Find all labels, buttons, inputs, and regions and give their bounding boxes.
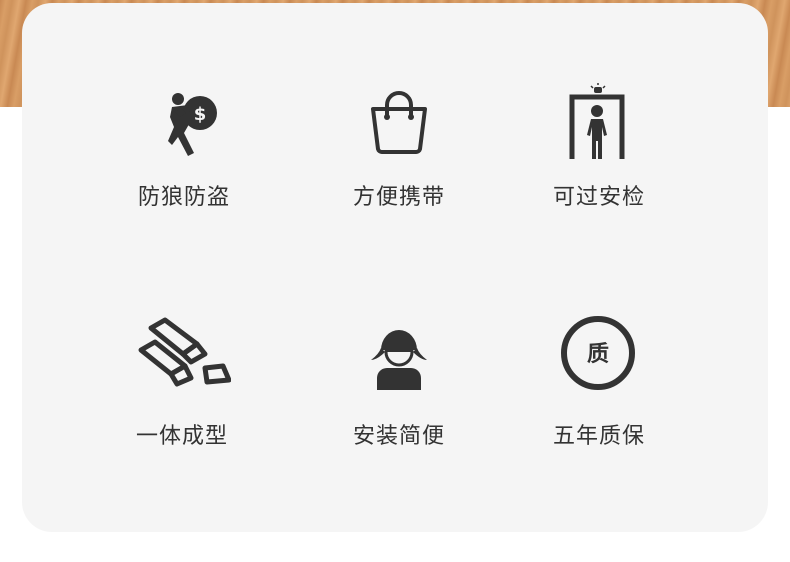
badge-text: 质 <box>587 342 609 367</box>
feature-security-check: 可过安检 <box>519 83 679 213</box>
person-icon <box>359 316 439 396</box>
feature-label: 五年质保 <box>552 424 645 449</box>
feature-one-piece: 一体成型 <box>102 316 262 456</box>
security-gate-icon <box>559 83 639 163</box>
feature-label: 安装简便 <box>352 424 445 449</box>
feature-anti-theft: $ 防狼防盗 <box>104 83 264 213</box>
ingots-icon <box>135 316 231 396</box>
feature-label: 可过安检 <box>552 185 645 210</box>
features-card: $ 防狼防盗 方便携带 可过安检 一体成型 安装简便 质 五年质保 <box>22 3 768 532</box>
svg-text:$: $ <box>194 104 207 125</box>
feature-easy-install: 安装简便 <box>319 316 479 456</box>
shopping-bag-icon <box>359 83 439 163</box>
quality-badge-icon: 质 <box>559 316 639 396</box>
feature-portable: 方便携带 <box>319 83 479 213</box>
thief-moneybag-icon: $ <box>144 83 224 163</box>
feature-label: 一体成型 <box>135 424 228 449</box>
feature-label: 方便携带 <box>352 185 445 210</box>
feature-label: 防狼防盗 <box>137 185 230 210</box>
feature-warranty: 质 五年质保 <box>519 316 679 456</box>
